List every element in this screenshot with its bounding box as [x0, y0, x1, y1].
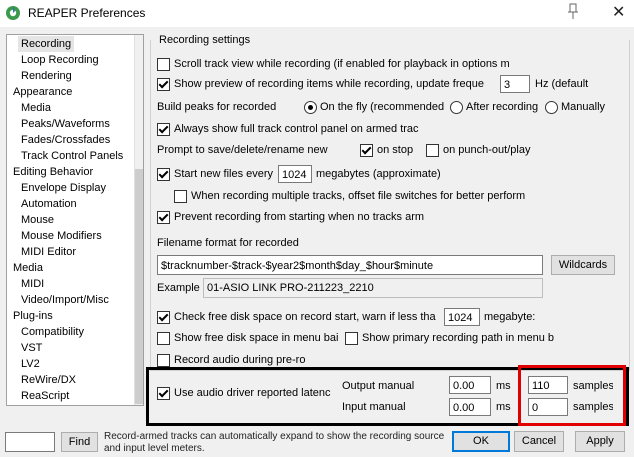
tree-item-compatibility[interactable]: Compatibility — [21, 324, 84, 340]
check-disk-checkbox[interactable] — [157, 311, 170, 324]
group-title: Recording settings — [157, 34, 253, 46]
find-input[interactable] — [5, 432, 55, 452]
preview-unit-label: Hz (default — [535, 78, 589, 90]
show-disk-menu-label: Show free disk space in menu bai — [174, 332, 339, 344]
window-title: REAPER Preferences — [28, 6, 146, 20]
output-manual-label: Output manual — [342, 380, 415, 392]
prompt-label: Prompt to save/delete/rename new — [157, 144, 328, 156]
pin-icon[interactable] — [566, 3, 580, 21]
ok-button[interactable]: OK — [452, 431, 510, 452]
tree-item-midi-editor[interactable]: MIDI Editor — [21, 244, 76, 260]
input-ms-unit: ms — [496, 401, 511, 413]
on-stop-label: on stop — [377, 144, 414, 156]
samples-highlight-box — [518, 365, 626, 426]
tree-item-loop-recording[interactable]: Loop Recording — [21, 52, 99, 68]
tree-item-appearance[interactable]: Appearance — [13, 84, 72, 100]
reaper-logo-icon — [6, 6, 20, 20]
output-ms-input[interactable]: 0.00 — [449, 376, 491, 394]
file-size-input[interactable]: 1024 — [278, 165, 312, 183]
example-value: 01-ASIO LINK PRO-211223_2210 — [203, 278, 543, 298]
tree-item-track-control-panels[interactable]: Track Control Panels — [21, 148, 123, 164]
tree-scrollbar-thumb[interactable] — [135, 169, 143, 404]
output-ms-unit: ms — [496, 380, 511, 392]
cancel-button[interactable]: Cancel — [514, 431, 564, 452]
on-punch-out-checkbox[interactable] — [426, 144, 439, 157]
hint-text: Record-armed tracks can automatically ex… — [104, 431, 445, 454]
find-button[interactable]: Find — [61, 432, 98, 452]
tree-item-media-appearance[interactable]: Media — [21, 100, 51, 116]
tree-item-midi[interactable]: MIDI — [21, 276, 44, 292]
show-path-menu-checkbox[interactable] — [345, 332, 358, 345]
peaks-on-the-fly-radio[interactable] — [304, 101, 317, 114]
show-preview-label: Show preview of recording items while re… — [174, 78, 484, 90]
on-punch-out-label: on punch-out/play — [443, 144, 531, 156]
peaks-on-the-fly-label: On the fly (recommended — [320, 101, 445, 113]
start-new-files-checkbox[interactable] — [157, 168, 170, 181]
tree-item-mouse-modifiers[interactable]: Mouse Modifiers — [21, 228, 102, 244]
input-ms-input[interactable]: 0.00 — [449, 398, 491, 416]
start-new-files-label: Start new files every — [174, 168, 274, 180]
use-driver-latency-checkbox[interactable] — [157, 387, 170, 400]
scroll-track-label: Scroll track view while recording (if en… — [174, 58, 510, 70]
always-show-tcp-checkbox[interactable] — [157, 123, 170, 136]
peaks-after-recording-label: After recording — [466, 101, 539, 113]
tree-item-automation[interactable]: Automation — [21, 196, 77, 212]
tree-item-video-import-misc[interactable]: Video/Import/Misc — [21, 292, 109, 308]
tree-item-peaks-waveforms[interactable]: Peaks/Waveforms — [21, 116, 110, 132]
disk-space-input[interactable]: 1024 — [444, 308, 480, 326]
check-disk-label: Check free disk space on record start, w… — [174, 311, 436, 323]
tree-item-rendering[interactable]: Rendering — [21, 68, 72, 84]
close-icon[interactable]: ✕ — [612, 2, 625, 22]
use-driver-latency-label: Use audio driver reported latenc — [174, 387, 331, 399]
disk-space-unit-label: megabyte: — [484, 311, 536, 323]
tree-item-reascript[interactable]: ReaScript — [21, 388, 69, 404]
multi-track-offset-checkbox[interactable] — [174, 190, 187, 203]
multi-track-offset-label: When recording multiple tracks, offset f… — [191, 190, 526, 202]
apply-button[interactable]: Apply — [575, 431, 625, 452]
show-disk-menu-checkbox[interactable] — [157, 332, 170, 345]
tree-item-media[interactable]: Media — [13, 260, 43, 276]
prevent-no-arm-checkbox[interactable] — [157, 211, 170, 224]
example-label: Example — [157, 282, 200, 294]
wildcards-button[interactable]: Wildcards — [551, 255, 615, 275]
settings-tree[interactable]: Recording Loop Recording Rendering Appea… — [6, 34, 144, 406]
tree-item-rewire-dx[interactable]: ReWire/DX — [21, 372, 76, 388]
tree-item-plug-ins[interactable]: Plug-ins — [13, 308, 53, 324]
tree-item-vst[interactable]: VST — [21, 340, 42, 356]
preview-rate-input[interactable]: 3 — [500, 75, 530, 93]
show-preview-checkbox[interactable] — [157, 78, 170, 91]
filename-format-label: Filename format for recorded — [157, 237, 299, 249]
tree-item-lv2[interactable]: LV2 — [21, 356, 40, 372]
prevent-no-arm-label: Prevent recording from starting when no … — [174, 211, 425, 223]
tree-item-editing-behavior[interactable]: Editing Behavior — [13, 164, 93, 180]
tree-item-envelope-display[interactable]: Envelope Display — [21, 180, 106, 196]
input-manual-label: Input manual — [342, 401, 406, 413]
tree-item-recording[interactable]: Recording — [18, 36, 75, 52]
tree-item-fades-crossfades[interactable]: Fades/Crossfades — [21, 132, 110, 148]
show-path-menu-label: Show primary recording path in menu b — [362, 332, 554, 344]
file-size-unit-label: megabytes (approximate) — [316, 168, 441, 180]
peaks-manually-label: Manually — [561, 101, 606, 113]
always-show-tcp-label: Always show full track control panel on … — [174, 123, 419, 135]
tree-item-mouse[interactable]: Mouse — [21, 212, 54, 228]
peaks-manually-radio[interactable] — [545, 101, 558, 114]
peaks-after-recording-radio[interactable] — [450, 101, 463, 114]
on-stop-checkbox[interactable] — [360, 144, 373, 157]
scroll-track-checkbox[interactable] — [157, 58, 170, 71]
record-preroll-label: Record audio during pre-ro — [174, 354, 306, 366]
build-peaks-label: Build peaks for recorded — [157, 101, 277, 113]
filename-format-input[interactable]: $tracknumber-$track-$year2$month$day_$ho… — [157, 255, 543, 275]
record-preroll-checkbox[interactable] — [157, 354, 170, 367]
